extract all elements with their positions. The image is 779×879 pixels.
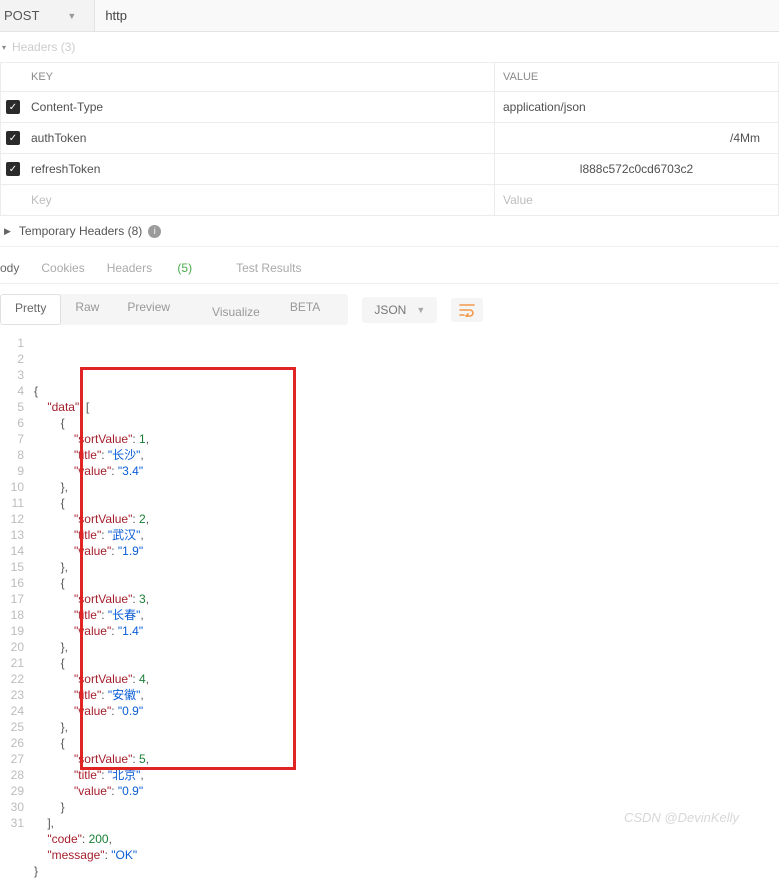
- code-line: {: [34, 655, 779, 671]
- code-line: "value": "1.4": [34, 623, 779, 639]
- code-line: "sortValue": 5,: [34, 751, 779, 767]
- header-row: ✓ refreshToken l888c572c0cd6703c2: [1, 154, 778, 185]
- code-line: "sortValue": 3,: [34, 591, 779, 607]
- header-checkbox[interactable]: ✓: [1, 92, 25, 122]
- code-line: "title": "长春",: [34, 607, 779, 623]
- tab-test-results[interactable]: Test Results: [236, 261, 301, 275]
- code-line: "value": "1.9": [34, 543, 779, 559]
- header-th-row: KEY VALUE: [1, 63, 778, 92]
- code-line: "title": "安徽",: [34, 687, 779, 703]
- url-input[interactable]: http: [95, 0, 779, 31]
- wrap-icon: [459, 303, 475, 317]
- url-text: http: [105, 8, 127, 23]
- code-line: "value": "3.4": [34, 463, 779, 479]
- temporary-headers-toggle[interactable]: ▶ Temporary Headers (8) i: [0, 216, 779, 247]
- header-checkbox[interactable]: ✓: [1, 123, 25, 153]
- code-line: "sortValue": 2,: [34, 511, 779, 527]
- code-line: },: [34, 559, 779, 575]
- language-label: JSON: [374, 303, 406, 317]
- tab-cookies[interactable]: Cookies: [41, 261, 84, 275]
- code-line: "title": "北京",: [34, 767, 779, 783]
- header-value-placeholder[interactable]: Value: [495, 185, 778, 215]
- code-line: "code": 200,: [34, 831, 779, 847]
- check-icon: ✓: [6, 162, 20, 176]
- code-line: "value": "0.9": [34, 783, 779, 799]
- view-visualize[interactable]: VisualizeBETA: [184, 294, 348, 325]
- info-icon: i: [148, 225, 161, 238]
- header-checkbox[interactable]: ✓: [1, 154, 25, 184]
- code-line: {: [34, 575, 779, 591]
- code-line: {: [34, 495, 779, 511]
- check-icon: ✓: [6, 100, 20, 114]
- code-line: },: [34, 479, 779, 495]
- temporary-headers-label: Temporary Headers (8): [19, 224, 142, 238]
- watermark: CSDN @DevinKelly: [624, 810, 739, 825]
- view-raw[interactable]: Raw: [61, 294, 113, 325]
- header-key[interactable]: refreshToken: [25, 154, 495, 184]
- caret-down-icon: ▾: [2, 43, 6, 52]
- header-value[interactable]: application/json: [495, 92, 778, 122]
- language-select[interactable]: JSON ▼: [362, 297, 437, 323]
- headers-section-label: Headers (3): [12, 40, 75, 54]
- header-row: ✓ authToken /4Mm: [1, 123, 778, 154]
- view-pretty[interactable]: Pretty: [0, 294, 61, 325]
- code-line: "data": [: [34, 399, 779, 415]
- code-line: "sortValue": 1,: [34, 431, 779, 447]
- code-line: "message": "OK": [34, 847, 779, 863]
- view-preview[interactable]: Preview: [113, 294, 184, 325]
- caret-down-icon: ▼: [67, 11, 76, 21]
- header-key[interactable]: Content-Type: [25, 92, 495, 122]
- header-add-row[interactable]: Key Value: [1, 185, 778, 216]
- header-key-placeholder[interactable]: Key: [25, 185, 495, 215]
- header-value[interactable]: l888c572c0cd6703c2: [495, 154, 778, 184]
- header-row: ✓ Content-Type application/json: [1, 92, 778, 123]
- code-line: {: [34, 383, 779, 399]
- headers-table: KEY VALUE ✓ Content-Type application/jso…: [0, 62, 779, 216]
- headers-section-toggle[interactable]: ▾ Headers (3): [0, 32, 779, 62]
- code-line: "sortValue": 4,: [34, 671, 779, 687]
- code-line: {: [34, 415, 779, 431]
- http-method-label: POST: [4, 8, 39, 23]
- http-method-select[interactable]: POST ▼: [0, 0, 95, 31]
- tab-headers[interactable]: Headers (5): [107, 261, 214, 275]
- wrap-lines-button[interactable]: [451, 298, 483, 322]
- code-line: "title": "长沙",: [34, 447, 779, 463]
- code-line: {: [34, 735, 779, 751]
- tab-body[interactable]: ody: [0, 261, 19, 275]
- code-line: "value": "0.9": [34, 703, 779, 719]
- view-mode-segmented: Pretty Raw Preview VisualizeBETA: [0, 294, 348, 325]
- header-th-value: VALUE: [495, 63, 778, 91]
- caret-right-icon: ▶: [4, 226, 11, 237]
- code-source[interactable]: { "data": [ { "sortValue": 1, "title": "…: [34, 335, 779, 879]
- header-th-key: KEY: [25, 63, 495, 91]
- code-line: },: [34, 639, 779, 655]
- response-body: 1234567891011121314151617181920212223242…: [0, 335, 779, 879]
- code-line: },: [34, 719, 779, 735]
- code-line: "title": "武汉",: [34, 527, 779, 543]
- line-gutter: 1234567891011121314151617181920212223242…: [0, 335, 34, 879]
- response-tabs: ody Cookies Headers (5) Test Results: [0, 247, 779, 284]
- header-key[interactable]: authToken: [25, 123, 495, 153]
- code-line: }: [34, 863, 779, 879]
- caret-down-icon: ▼: [416, 305, 425, 315]
- view-bar: Pretty Raw Preview VisualizeBETA JSON ▼: [0, 284, 779, 335]
- header-value[interactable]: /4Mm: [495, 123, 778, 153]
- check-icon: ✓: [6, 131, 20, 145]
